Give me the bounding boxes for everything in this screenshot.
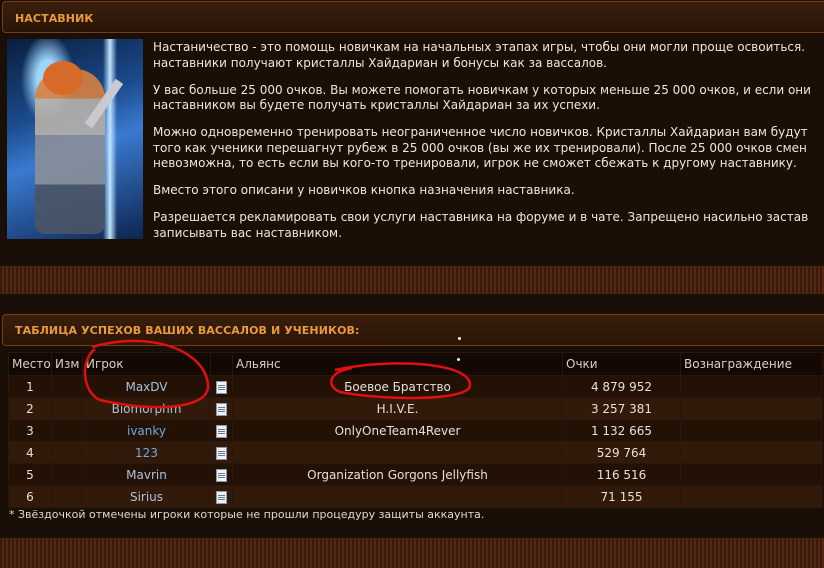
table-row: 6 Sirius 71 155 bbox=[8, 485, 823, 508]
note-icon[interactable] bbox=[216, 424, 227, 438]
col-alliance[interactable]: Альянс bbox=[232, 352, 563, 376]
results-table: Место Изм Игрок Альянс Очки Вознагражден… bbox=[8, 352, 823, 508]
note-icon[interactable] bbox=[216, 468, 227, 482]
col-change[interactable]: Изм bbox=[51, 352, 83, 376]
mentor-portrait-image bbox=[7, 39, 143, 239]
description-paragraph: Вместо этого описани у новичков кнопка н… bbox=[153, 183, 575, 197]
points-cell: 71 155 bbox=[562, 485, 681, 508]
change-cell bbox=[51, 375, 83, 398]
reward-cell bbox=[680, 485, 823, 508]
table-footnote: * Звёздочкой отмечены игроки которые не … bbox=[9, 508, 485, 521]
place-cell: 5 bbox=[8, 463, 52, 486]
place-cell: 2 bbox=[8, 397, 52, 420]
player-link[interactable]: 123 bbox=[82, 441, 211, 464]
reward-cell bbox=[680, 441, 823, 464]
description-paragraph: Разрешается рекламировать свои услуги на… bbox=[153, 210, 809, 240]
col-note bbox=[210, 352, 233, 376]
alliance-cell bbox=[232, 441, 563, 464]
alliance-cell bbox=[232, 485, 563, 508]
col-player[interactable]: Игрок bbox=[82, 352, 211, 376]
note-icon[interactable] bbox=[216, 380, 227, 394]
player-link[interactable]: ivanky bbox=[82, 419, 211, 442]
description-paragraph: У вас больше 25 000 очков. Вы можете пом… bbox=[153, 82, 811, 113]
change-cell bbox=[51, 463, 83, 486]
alliance-cell: H.I.V.E. bbox=[232, 397, 563, 420]
player-link[interactable]: Biomorphm bbox=[82, 397, 211, 420]
table-row: 2 Biomorphm H.I.V.E. 3 257 381 bbox=[8, 397, 823, 420]
place-cell: 6 bbox=[8, 485, 52, 508]
note-cell bbox=[210, 397, 233, 420]
place-cell: 3 bbox=[8, 419, 52, 442]
description-paragraph: Настаничество - это помощь новичкам на н… bbox=[153, 40, 806, 70]
place-cell: 4 bbox=[8, 441, 52, 464]
col-place[interactable]: Место bbox=[8, 352, 52, 376]
table-header-row: Место Изм Игрок Альянс Очки Вознагражден… bbox=[8, 352, 823, 376]
player-link[interactable]: MaxDV bbox=[82, 375, 211, 398]
mentor-section-header: НАСТАВНИК bbox=[2, 1, 824, 33]
col-reward[interactable]: Вознаграждение bbox=[680, 352, 823, 376]
note-icon[interactable] bbox=[216, 490, 227, 504]
note-cell bbox=[210, 441, 233, 464]
points-cell: 529 764 bbox=[562, 441, 681, 464]
change-cell bbox=[51, 419, 83, 442]
note-icon[interactable] bbox=[216, 446, 227, 460]
mentor-description: Настаничество - это помощь новичкам на н… bbox=[153, 40, 824, 253]
col-points[interactable]: Очки bbox=[562, 352, 681, 376]
note-cell bbox=[210, 419, 233, 442]
reward-cell bbox=[680, 419, 823, 442]
description-paragraph: Можно одновременно тренировать неогранич… bbox=[153, 125, 808, 170]
decorative-divider bbox=[0, 538, 824, 568]
reward-cell bbox=[680, 463, 823, 486]
cursor-dot bbox=[458, 337, 461, 340]
player-link[interactable]: Sirius bbox=[82, 485, 211, 508]
table-row: 4 123 529 764 bbox=[8, 441, 823, 464]
points-cell: 1 132 665 bbox=[562, 419, 681, 442]
note-cell bbox=[210, 375, 233, 398]
note-icon[interactable] bbox=[216, 402, 227, 416]
alliance-cell: Боевое Братство bbox=[232, 375, 563, 398]
points-cell: 3 257 381 bbox=[562, 397, 681, 420]
note-cell bbox=[210, 463, 233, 486]
table-row: 1 MaxDV Боевое Братство 4 879 952 bbox=[8, 375, 823, 398]
reward-cell bbox=[680, 397, 823, 420]
cursor-dot bbox=[457, 358, 460, 361]
player-link[interactable]: Mavrin bbox=[82, 463, 211, 486]
table-row: 5 Mavrin Organization Gorgons Jellyfish … bbox=[8, 463, 823, 486]
mentor-title: НАСТАВНИК bbox=[15, 12, 94, 25]
reward-cell bbox=[680, 375, 823, 398]
change-cell bbox=[51, 397, 83, 420]
points-cell: 4 879 952 bbox=[562, 375, 681, 398]
table-row: 3 ivanky OnlyOneTeam4Rever 1 132 665 bbox=[8, 419, 823, 442]
change-cell bbox=[51, 441, 83, 464]
alliance-cell: Organization Gorgons Jellyfish bbox=[232, 463, 563, 486]
note-cell bbox=[210, 485, 233, 508]
place-cell: 1 bbox=[8, 375, 52, 398]
results-section-header: ТАБЛИЦА УСПЕХОВ ВАШИХ ВАССАЛОВ И УЧЕНИКО… bbox=[2, 314, 824, 346]
results-title: ТАБЛИЦА УСПЕХОВ ВАШИХ ВАССАЛОВ И УЧЕНИКО… bbox=[15, 324, 360, 337]
decorative-divider bbox=[0, 266, 824, 294]
change-cell bbox=[51, 485, 83, 508]
alliance-cell: OnlyOneTeam4Rever bbox=[232, 419, 563, 442]
points-cell: 116 516 bbox=[562, 463, 681, 486]
